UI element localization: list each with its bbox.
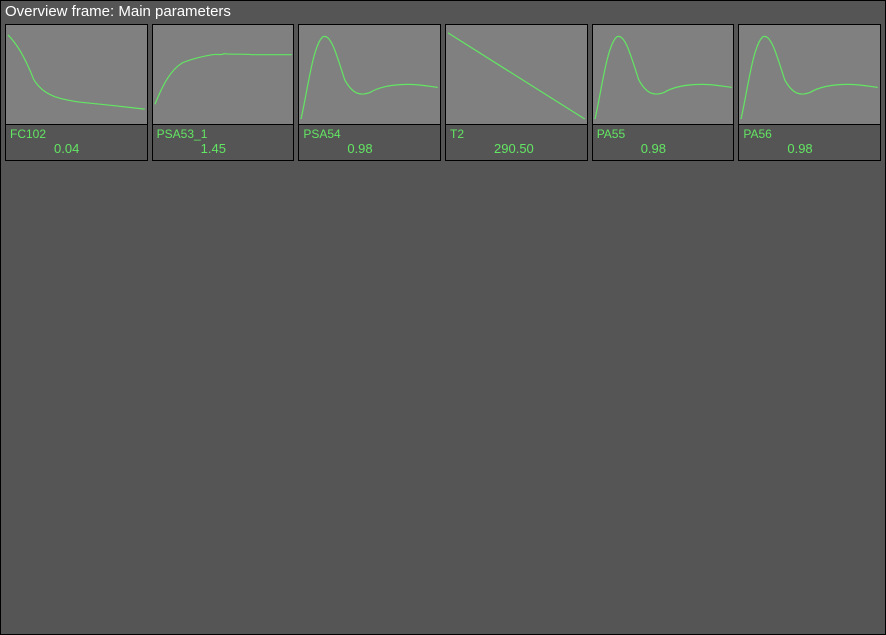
overview-frame: Overview frame: Main parameters FC102 0.… bbox=[0, 0, 886, 635]
trend-line bbox=[301, 36, 438, 119]
panel-label: FC102 bbox=[6, 125, 147, 141]
plot-t2 bbox=[446, 25, 587, 125]
panel-label: PA55 bbox=[593, 125, 734, 141]
panel-label: PSA54 bbox=[299, 125, 440, 141]
panel-label: PSA53_1 bbox=[153, 125, 294, 141]
trend-line bbox=[741, 36, 878, 119]
panel-value: 0.98 bbox=[739, 141, 880, 160]
panel-value: 0.04 bbox=[6, 141, 147, 160]
trend-line bbox=[448, 33, 585, 119]
panel-value: 1.45 bbox=[153, 141, 294, 160]
plot-pa56 bbox=[739, 25, 880, 125]
panel-value: 290.50 bbox=[446, 141, 587, 160]
trend-line bbox=[8, 35, 145, 109]
plot-psa54 bbox=[299, 25, 440, 125]
panel-value: 0.98 bbox=[299, 141, 440, 160]
panel-psa54[interactable]: PSA54 0.98 bbox=[298, 24, 441, 161]
panel-psa53-1[interactable]: PSA53_1 1.45 bbox=[152, 24, 295, 161]
frame-title: Overview frame: Main parameters bbox=[1, 1, 885, 24]
panel-value: 0.98 bbox=[593, 141, 734, 160]
trend-line bbox=[155, 54, 292, 104]
panel-t2[interactable]: T2 290.50 bbox=[445, 24, 588, 161]
panel-label: PA56 bbox=[739, 125, 880, 141]
plot-pa55 bbox=[593, 25, 734, 125]
panel-label: T2 bbox=[446, 125, 587, 141]
plot-fc102 bbox=[6, 25, 147, 125]
panel-fc102[interactable]: FC102 0.04 bbox=[5, 24, 148, 161]
panel-pa55[interactable]: PA55 0.98 bbox=[592, 24, 735, 161]
plot-psa53-1 bbox=[153, 25, 294, 125]
panel-pa56[interactable]: PA56 0.98 bbox=[738, 24, 881, 161]
panel-row: FC102 0.04 PSA53_1 1.45 PSA54 0.98 T2 29… bbox=[1, 24, 885, 161]
trend-line bbox=[595, 36, 732, 119]
